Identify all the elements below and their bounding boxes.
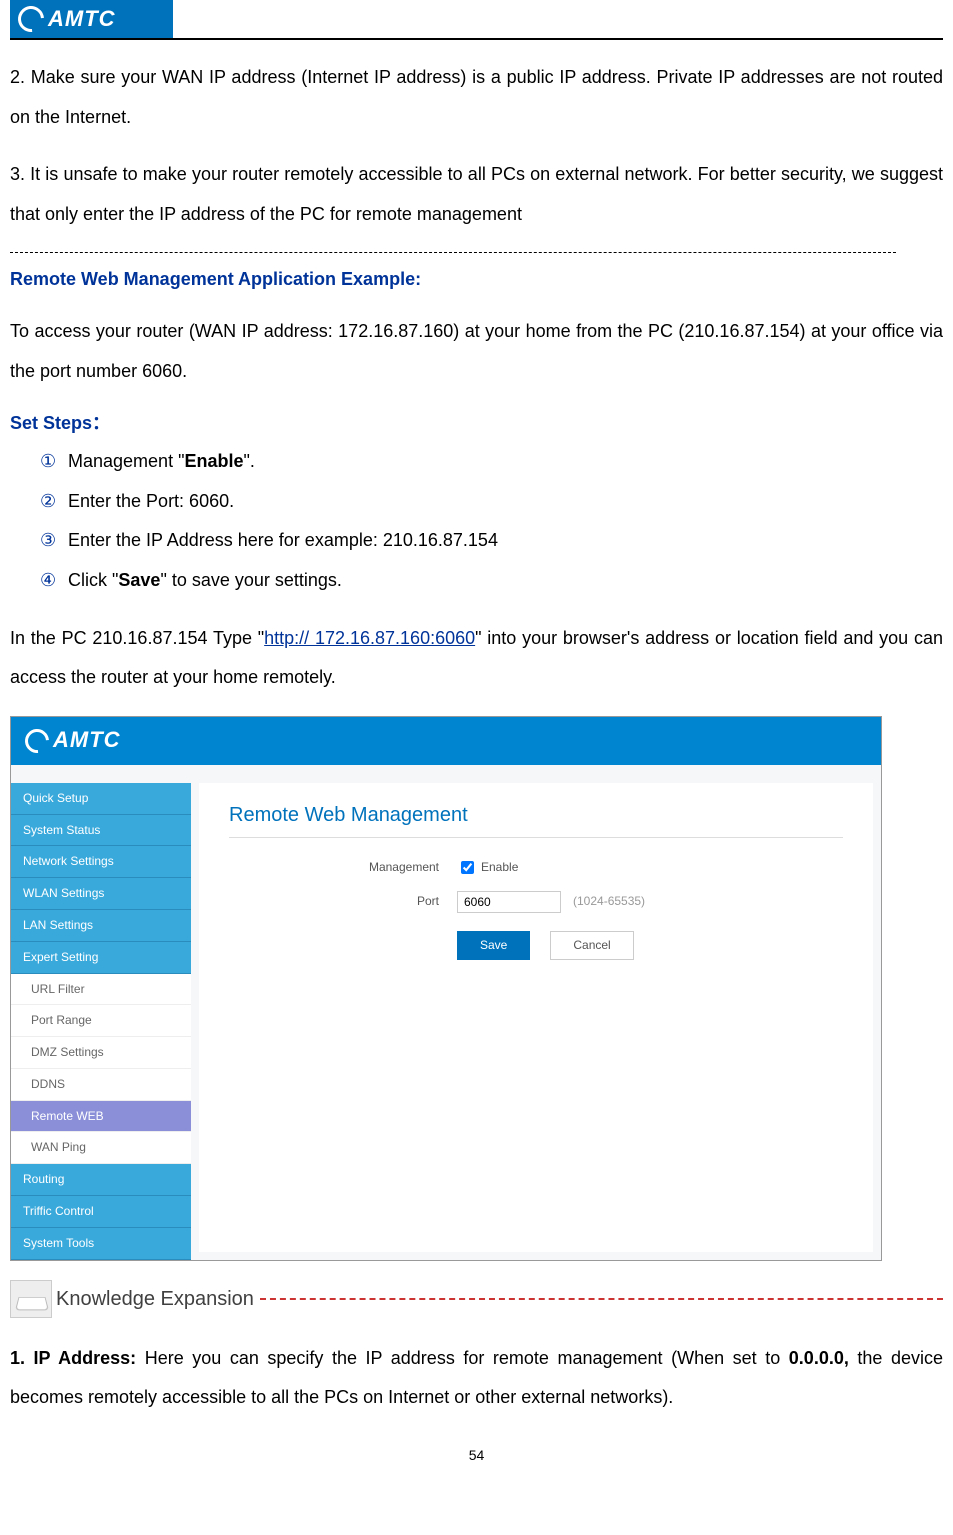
paragraph-2: 2. Make sure your WAN IP address (Intern… bbox=[10, 58, 943, 137]
menu-system-status[interactable]: System Status bbox=[11, 815, 191, 847]
router-swirl-icon bbox=[20, 724, 54, 758]
red-dashed-rule bbox=[260, 1298, 943, 1300]
submenu-dmz[interactable]: DMZ Settings bbox=[11, 1037, 191, 1069]
menu-lan[interactable]: LAN Settings bbox=[11, 910, 191, 942]
enable-checkbox[interactable] bbox=[461, 861, 474, 874]
button-row: Save Cancel bbox=[457, 931, 843, 960]
submenu-port[interactable]: Port Range bbox=[11, 1005, 191, 1037]
example-url-link[interactable]: http:// 172.16.87.160:6060 bbox=[264, 628, 475, 648]
submenu-wan-ping[interactable]: WAN Ping bbox=[11, 1132, 191, 1164]
doc-logo-text: AMTC bbox=[48, 0, 116, 43]
steps-list: ①Management "Enable". ②Enter the Port: 6… bbox=[10, 442, 943, 600]
menu-wlan[interactable]: WLAN Settings bbox=[11, 878, 191, 910]
swirl-icon bbox=[13, 1, 50, 38]
label-enable: Enable bbox=[481, 859, 518, 876]
menu-routing[interactable]: Routing bbox=[11, 1164, 191, 1196]
dashed-separator bbox=[10, 252, 896, 253]
example-intro: To access your router (WAN IP address: 1… bbox=[10, 312, 943, 391]
menu-traffic[interactable]: Triffic Control bbox=[11, 1196, 191, 1228]
heading-example: Remote Web Management Application Exampl… bbox=[10, 265, 943, 294]
heading-steps: Set Steps： bbox=[10, 409, 943, 438]
label-management: Management bbox=[229, 859, 457, 876]
submenu-remote-web[interactable]: Remote WEB bbox=[11, 1101, 191, 1133]
label-port: Port bbox=[229, 893, 457, 910]
doc-logo: AMTC bbox=[10, 0, 173, 38]
row-management: Management Enable bbox=[229, 858, 843, 877]
menu-expert[interactable]: Expert Setting bbox=[11, 942, 191, 974]
router-topbar: AMTC bbox=[11, 717, 881, 765]
cancel-button[interactable]: Cancel bbox=[550, 931, 633, 960]
save-button[interactable]: Save bbox=[457, 931, 530, 960]
submenu-url[interactable]: URL Filter bbox=[11, 974, 191, 1006]
step-3: ③Enter the IP Address here for example: … bbox=[24, 521, 943, 561]
step-1: ①Management "Enable". bbox=[24, 442, 943, 482]
menu-network[interactable]: Network Settings bbox=[11, 846, 191, 878]
submenu-ddns[interactable]: DDNS bbox=[11, 1069, 191, 1101]
step-num-2: ② bbox=[40, 482, 68, 522]
step-num-4: ④ bbox=[40, 561, 68, 601]
book-icon bbox=[10, 1280, 52, 1318]
knowledge-expansion-header: Knowledge Expansion bbox=[10, 1277, 943, 1321]
row-port: Port (1024-65535) bbox=[229, 891, 843, 913]
content-title: Remote Web Management bbox=[229, 801, 843, 838]
router-logo-text: AMTC bbox=[53, 725, 121, 756]
page-number: 54 bbox=[10, 1440, 943, 1471]
step-2: ②Enter the Port: 6060. bbox=[24, 482, 943, 522]
port-range-hint: (1024-65535) bbox=[573, 893, 645, 910]
knowledge-expansion-title: Knowledge Expansion bbox=[56, 1277, 254, 1321]
header-rule bbox=[10, 38, 943, 40]
router-ui-screenshot: AMTC ? Quick Setup System Status Network… bbox=[10, 716, 882, 1261]
port-input[interactable] bbox=[457, 891, 561, 913]
menu-quick-setup[interactable]: Quick Setup bbox=[11, 783, 191, 815]
paragraph-ip-address: 1. IP Address: Here you can specify the … bbox=[10, 1339, 943, 1418]
step-num-3: ③ bbox=[40, 521, 68, 561]
router-sidebar: Quick Setup System Status Network Settin… bbox=[11, 765, 191, 1260]
step-num-1: ① bbox=[40, 442, 68, 482]
step-4: ④Click "Save" to save your settings. bbox=[24, 561, 943, 601]
paragraph-3: 3. It is unsafe to make your router remo… bbox=[10, 155, 943, 234]
menu-system-tools[interactable]: System Tools bbox=[11, 1228, 191, 1260]
router-content: Remote Web Management Management Enable … bbox=[199, 783, 873, 1252]
paragraph-access: In the PC 210.16.87.154 Type "http:// 17… bbox=[10, 619, 943, 698]
